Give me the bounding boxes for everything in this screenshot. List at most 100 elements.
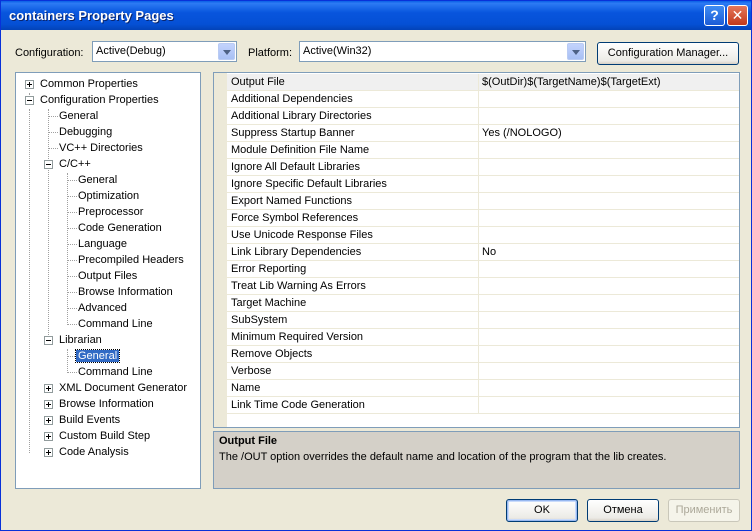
tree-item-label: Advanced (78, 302, 127, 314)
grid-gutter (214, 73, 227, 427)
cancel-button[interactable]: Отмена (587, 499, 659, 522)
close-icon[interactable]: ✕ (727, 5, 748, 26)
tree-item-cpp-general[interactable]: General (76, 172, 119, 188)
property-row[interactable]: Ignore Specific Default Libraries (227, 176, 739, 193)
property-row[interactable]: Name (227, 380, 739, 397)
property-row[interactable]: Ignore All Default Libraries (227, 159, 739, 176)
tree-item-label: Optimization (78, 190, 140, 202)
property-row[interactable]: Treat Lib Warning As Errors (227, 278, 739, 295)
property-row[interactable]: Error Reporting (227, 261, 739, 278)
column-separator (478, 295, 479, 312)
tree-item-advanced[interactable]: Advanced (76, 300, 129, 316)
property-row[interactable]: SubSystem (227, 312, 739, 329)
platform-dropdown[interactable]: Active(Win32) (299, 41, 586, 62)
property-row[interactable]: Link Time Code Generation (227, 397, 739, 414)
tree-item-librarian-general[interactable]: General (74, 348, 121, 364)
property-grid[interactable]: Output File $(OutDir)$(TargetName)$(Targ… (213, 72, 740, 428)
column-separator (478, 210, 479, 227)
property-row[interactable]: Use Unicode Response Files (227, 227, 739, 244)
property-value[interactable]: No (482, 246, 496, 258)
property-name: Ignore All Default Libraries (231, 161, 361, 173)
property-name: Link Time Code Generation (231, 399, 365, 411)
column-separator (478, 74, 479, 91)
platform-value: Active(Win32) (303, 45, 372, 57)
property-row[interactable]: Link Library Dependencies No (227, 244, 739, 261)
tree-item-optimization[interactable]: Optimization (76, 188, 141, 204)
tree-item-label: XML Document Generator (59, 382, 187, 394)
property-name: Suppress Startup Banner (231, 127, 355, 139)
property-row[interactable]: Suppress Startup Banner Yes (/NOLOGO) (227, 125, 739, 142)
column-separator (478, 346, 479, 363)
help-icon[interactable]: ? (704, 5, 725, 26)
plus-icon[interactable] (25, 80, 34, 89)
configuration-manager-button[interactable]: Configuration Manager... (597, 42, 739, 65)
property-row[interactable]: Module Definition File Name (227, 142, 739, 159)
tree-item-label: Common Properties (40, 78, 138, 90)
tree-item-language[interactable]: Language (76, 236, 129, 252)
platform-label: Platform: (248, 47, 293, 59)
tree-item-vc-directories[interactable]: VC++ Directories (57, 140, 145, 156)
property-value[interactable]: $(OutDir)$(TargetName)$(TargetExt) (482, 76, 661, 88)
property-row[interactable]: Target Machine (227, 295, 739, 312)
tree-item-label: Language (78, 238, 127, 250)
plus-icon[interactable] (44, 448, 53, 457)
property-row[interactable]: Verbose (227, 363, 739, 380)
column-separator (478, 312, 479, 329)
ok-button[interactable]: OK (506, 499, 578, 522)
plus-icon[interactable] (44, 384, 53, 393)
tree-item-output-files[interactable]: Output Files (76, 268, 139, 284)
minus-icon[interactable] (25, 96, 34, 105)
tree-item-label: Preprocessor (78, 206, 144, 218)
tree-item-librarian-command-line[interactable]: Command Line (76, 364, 155, 380)
chevron-down-icon[interactable] (218, 43, 235, 60)
property-name: Force Symbol References (231, 212, 359, 224)
tree-item-label: General (59, 110, 99, 122)
plus-icon[interactable] (44, 400, 53, 409)
column-separator (478, 261, 479, 278)
property-name: Additional Library Directories (231, 110, 372, 122)
tree-item-debugging[interactable]: Debugging (57, 124, 114, 140)
tree-item-label: Build Events (59, 414, 121, 426)
property-tree[interactable]: Common Properties Configuration Properti… (15, 72, 201, 489)
tree-item-label: Command Line (78, 366, 153, 378)
tree-item-label: Precompiled Headers (78, 254, 184, 266)
apply-button[interactable]: Применить (668, 499, 740, 522)
tree-item-label: Browse Information (78, 286, 173, 298)
tree-connector (67, 349, 68, 373)
property-row[interactable]: Minimum Required Version (227, 329, 739, 346)
description-text: The /OUT option overrides the default na… (219, 451, 667, 463)
title-bar[interactable]: containers Property Pages ? ✕ (1, 1, 751, 30)
tree-item-command-line[interactable]: Command Line (76, 316, 155, 332)
minus-icon[interactable] (44, 160, 53, 169)
configuration-dropdown[interactable]: Active(Debug) (92, 41, 237, 62)
plus-icon[interactable] (44, 432, 53, 441)
property-row[interactable]: Remove Objects (227, 346, 739, 363)
tree-item-preprocessor[interactable]: Preprocessor (76, 204, 145, 220)
property-row[interactable]: Export Named Functions (227, 193, 739, 210)
property-name: Name (231, 382, 261, 394)
property-row[interactable]: Additional Library Directories (227, 108, 739, 125)
tree-item-label: Configuration Properties (40, 94, 159, 106)
description-panel: Output File The /OUT option overrides th… (213, 431, 740, 489)
property-row[interactable]: Output File $(OutDir)$(TargetName)$(Targ… (227, 74, 739, 91)
minus-icon[interactable] (44, 336, 53, 345)
column-separator (478, 125, 479, 142)
tree-item-browse-information[interactable]: Browse Information (76, 284, 175, 300)
tree-item-general[interactable]: General (57, 108, 100, 124)
tree-connector (29, 109, 30, 453)
tree-item-code-generation[interactable]: Code Generation (76, 220, 164, 236)
description-title: Output File (219, 435, 278, 447)
property-row[interactable]: Additional Dependencies (227, 91, 739, 108)
chevron-down-icon[interactable] (567, 43, 584, 60)
tree-item-label: General (78, 174, 118, 186)
property-value[interactable]: Yes (/NOLOGO) (482, 127, 562, 139)
tree-item-label: General (74, 349, 121, 363)
plus-icon[interactable] (44, 416, 53, 425)
tree-item-precompiled-headers[interactable]: Precompiled Headers (76, 252, 186, 268)
property-row[interactable]: Force Symbol References (227, 210, 739, 227)
property-name: Remove Objects (231, 348, 313, 360)
window-title: containers Property Pages (9, 8, 174, 23)
property-name: Target Machine (231, 297, 307, 309)
tree-item-label: VC++ Directories (59, 142, 143, 154)
property-name: SubSystem (231, 314, 288, 326)
